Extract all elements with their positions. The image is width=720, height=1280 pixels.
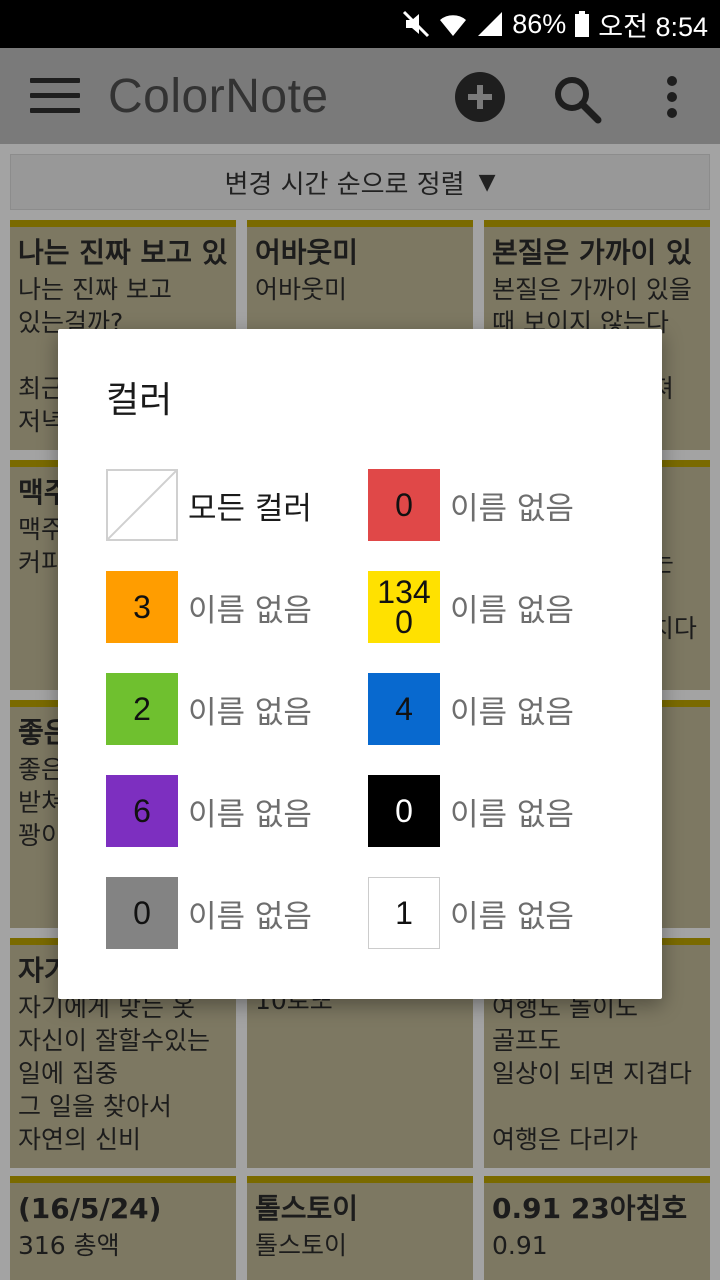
all-colors-swatch-icon (106, 469, 178, 541)
battery-icon (574, 10, 590, 38)
add-icon[interactable] (455, 72, 505, 122)
color-label: 이름 없음 (188, 592, 312, 629)
menu-icon[interactable] (30, 78, 80, 114)
color-label: 이름 없음 (450, 694, 574, 731)
note-card[interactable]: 톨스토이 톨스토이 (247, 1176, 473, 1280)
status-bar: 86% 오전 8:54 (0, 0, 720, 48)
color-swatch: 4 (368, 673, 440, 745)
color-swatch: 0 (368, 775, 440, 847)
wifi-icon (438, 10, 468, 38)
note-title: 톨스토이 (255, 1192, 359, 1225)
color-label: 이름 없음 (450, 898, 574, 935)
note-body: 어바웃미 (255, 275, 348, 304)
color-swatch: 6 (106, 775, 178, 847)
dialog-title: 컬러 (106, 380, 173, 421)
sort-label: 변경 시간 순으로 정렬 (224, 169, 465, 200)
color-option-gray[interactable]: 0 이름 없음 (106, 877, 312, 949)
color-swatch: 0 (368, 469, 440, 541)
color-option-yellow[interactable]: 134 0 이름 없음 (368, 571, 574, 643)
note-body: 0.91 (492, 1231, 548, 1260)
battery-percent: 86% (512, 8, 567, 39)
color-swatch: 0 (106, 877, 178, 949)
color-option-orange[interactable]: 3 이름 없음 (106, 571, 312, 643)
color-label: 이름 없음 (450, 490, 574, 527)
note-body: 여행도 놀이도 골프도 일상이 되면 지겹다 여행은 다리가 (492, 993, 692, 1154)
color-swatch: 1 (368, 877, 440, 949)
app-bar: ColorNote (0, 48, 720, 144)
note-body: 316 총액 (18, 1231, 120, 1260)
search-icon[interactable] (552, 74, 602, 124)
note-title: 본질은 가까이 있 (492, 236, 692, 269)
note-card[interactable]: (16/5/24) 316 총액 (10, 1176, 236, 1280)
color-filter-dialog: 컬러 모든 컬러 0 이름 없음 3 이름 없음 134 0 이름 없음 2 이… (58, 329, 662, 999)
color-label: 이름 없음 (188, 796, 312, 833)
dropdown-arrow-icon: ▼ (478, 169, 496, 195)
note-title: (16/5/24) (18, 1192, 162, 1225)
color-option-white[interactable]: 1 이름 없음 (368, 877, 574, 949)
color-option-blue[interactable]: 4 이름 없음 (368, 673, 574, 745)
more-icon[interactable] (664, 76, 680, 120)
note-title: 어바웃미 (255, 236, 359, 269)
color-option-red[interactable]: 0 이름 없음 (368, 469, 574, 541)
all-colors-label: 모든 컬러 (188, 490, 312, 527)
mute-icon (402, 10, 430, 38)
color-option-black[interactable]: 0 이름 없음 (368, 775, 574, 847)
color-label: 이름 없음 (188, 694, 312, 731)
all-colors-option[interactable]: 모든 컬러 (106, 469, 312, 541)
note-body: 자기에게 맞는 옷 자신이 잘할수있는 일에 집중 그 일을 찾아서 자연의 신… (18, 993, 210, 1154)
color-swatch: 3 (106, 571, 178, 643)
color-option-green[interactable]: 2 이름 없음 (106, 673, 312, 745)
note-body: 톨스토이 (255, 1231, 348, 1260)
status-icons: 86% 오전 8:54 (402, 0, 708, 48)
color-swatch: 2 (106, 673, 178, 745)
note-card[interactable]: 0.91 23아침호 0.91 (484, 1176, 710, 1280)
app-title: ColorNote (108, 70, 329, 123)
color-label: 이름 없음 (450, 592, 574, 629)
color-label: 이름 없음 (450, 796, 574, 833)
note-title: 나는 진짜 보고 있 (18, 236, 228, 269)
sort-button[interactable]: 변경 시간 순으로 정렬 ▼ (10, 154, 710, 210)
signal-icon (476, 10, 504, 38)
clock: 오전 8:54 (598, 11, 708, 42)
color-swatch: 134 0 (368, 571, 440, 643)
color-label: 이름 없음 (188, 898, 312, 935)
color-option-purple[interactable]: 6 이름 없음 (106, 775, 312, 847)
note-title: 0.91 23아침호 (492, 1192, 688, 1225)
